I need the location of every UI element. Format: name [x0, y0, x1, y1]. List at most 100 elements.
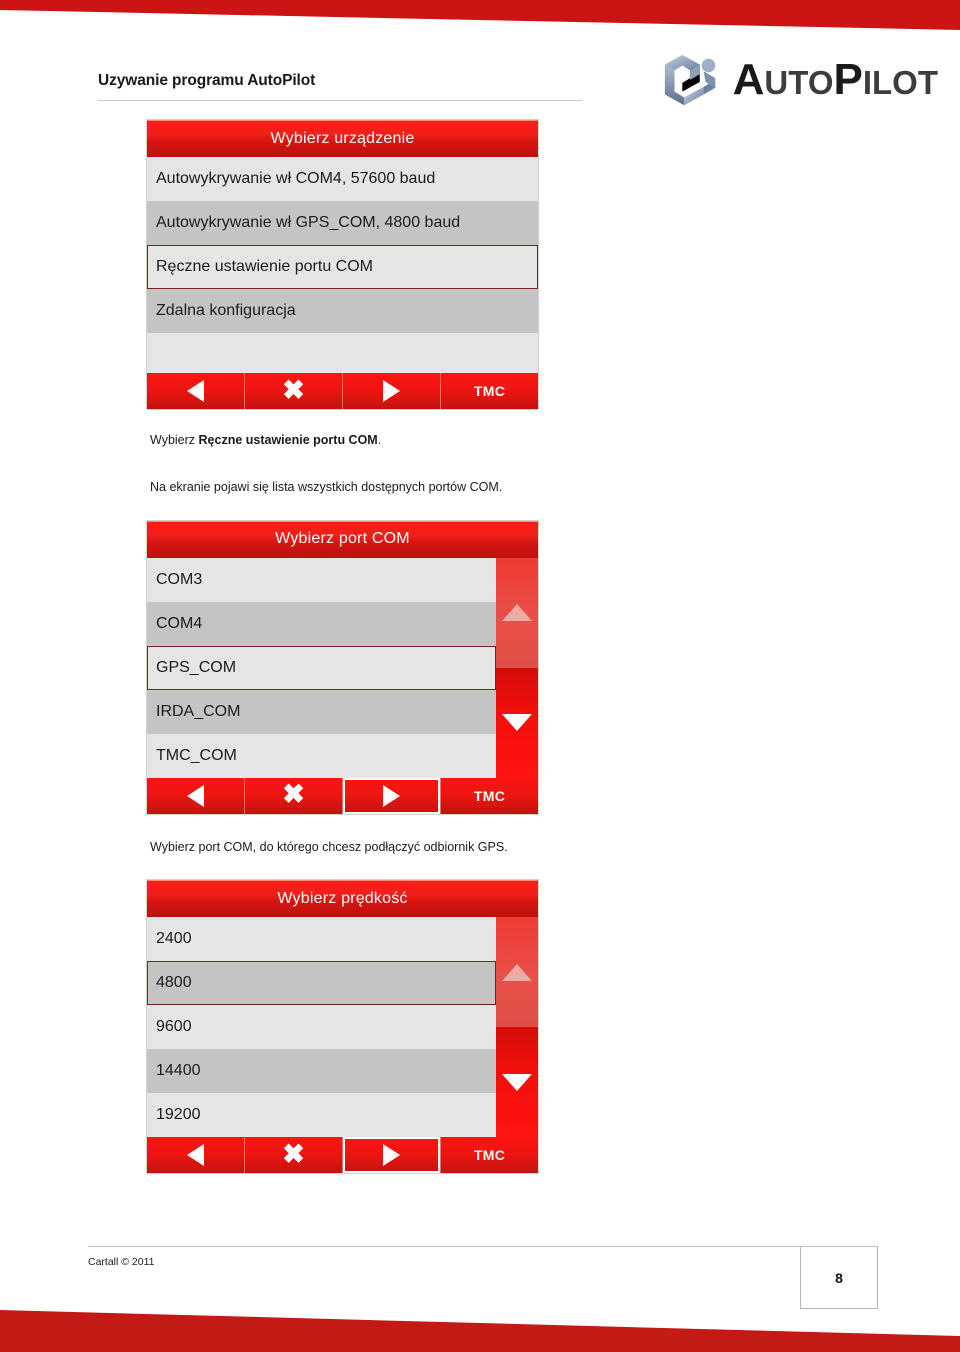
footer-divider — [88, 1246, 878, 1247]
list-item[interactable]: Zdalna konfiguracja — [147, 289, 538, 333]
list-item-label: COM4 — [156, 614, 203, 632]
close-button[interactable]: ✖ — [245, 777, 343, 814]
scrollbar[interactable] — [496, 917, 538, 1138]
list-item[interactable]: 19200 — [147, 1093, 496, 1138]
list-item[interactable]: COM4 — [147, 601, 496, 646]
list-item[interactable]: Autowykrywanie wł GPS_COM, 4800 baud — [147, 201, 538, 245]
list-item-label: 9600 — [156, 1018, 192, 1036]
dialog-body-select-com-port: COM3 COM4 GPS_COM IRDA_COM TMC_COM — [147, 557, 538, 778]
close-icon: ✖ — [282, 374, 305, 405]
device-list: Autowykrywanie wł COM4, 57600 baud Autow… — [147, 157, 538, 373]
paragraph-bold: Ręczne ustawienie portu COM — [198, 433, 378, 447]
page-number-box: 8 — [800, 1247, 878, 1309]
com-port-list: COM3 COM4 GPS_COM IRDA_COM TMC_COM — [147, 557, 496, 778]
dialog-body-select-device: Autowykrywanie wł COM4, 57600 baud Autow… — [147, 157, 538, 373]
back-arrow-icon — [187, 1144, 204, 1167]
tmc-button[interactable]: TMC — [441, 778, 538, 814]
list-item-label: 4800 — [156, 974, 192, 992]
forward-button[interactable] — [343, 777, 441, 814]
tmc-label: TMC — [473, 383, 506, 399]
paragraph-tail: . — [377, 433, 382, 447]
header-divider — [98, 100, 582, 101]
close-icon: ✖ — [282, 779, 305, 809]
forward-arrow-icon — [383, 1144, 400, 1167]
logo-letter-p: P — [833, 55, 863, 104]
list-item-label: Ręczne ustawienie portu COM — [156, 258, 373, 275]
list-item[interactable]: 14400 — [147, 1049, 496, 1094]
back-button[interactable] — [147, 1137, 245, 1174]
logo-letter-a: A — [732, 55, 765, 104]
list-item[interactable]: TMC_COM — [147, 733, 496, 778]
chevron-down-icon — [502, 1073, 532, 1091]
dialog-select-com-port: Wybierz port COM COM3 COM4 GPS_COM IRDA_… — [147, 520, 538, 814]
list-item[interactable]: Autowykrywanie wł COM4, 57600 baud — [147, 157, 538, 201]
list-item-selected[interactable]: 4800 — [147, 961, 496, 1006]
list-item[interactable]: IRDA_COM — [147, 689, 496, 734]
chevron-down-icon — [502, 714, 532, 731]
chevron-up-icon — [502, 604, 532, 621]
tmc-button[interactable]: TMC — [441, 373, 538, 409]
list-item-selected[interactable]: Ręczne ustawienie portu COM — [147, 245, 538, 289]
forward-arrow-icon — [383, 784, 400, 807]
list-item[interactable]: 9600 — [147, 1005, 496, 1050]
dialog-toolbar-select-com-port: ✖ TMC — [147, 777, 538, 814]
close-button[interactable]: ✖ — [245, 373, 343, 409]
forward-arrow-icon — [383, 380, 400, 402]
tmc-label: TMC — [473, 1147, 506, 1164]
forward-button[interactable] — [343, 1137, 441, 1174]
paragraph-select-manual: Wybierz Ręczne ustawienie portu COM. — [150, 431, 710, 450]
list-item-selected[interactable]: GPS_COM — [147, 645, 496, 690]
autopilot-wordmark: AUTOPILOT — [733, 58, 938, 102]
list-item[interactable]: COM3 — [147, 557, 496, 602]
dialog-select-device: Wybierz urządzenie Autowykrywanie wł COM… — [147, 120, 538, 409]
page-content: Wybierz urządzenie Autowykrywanie wł COM… — [0, 120, 960, 1174]
list-item-label: 2400 — [156, 930, 192, 948]
dialog-body-select-speed: 2400 4800 9600 14400 19200 — [147, 917, 538, 1138]
back-button[interactable] — [147, 373, 245, 409]
list-item-label: Autowykrywanie wł COM4, 57600 baud — [156, 170, 436, 187]
chevron-up-icon — [502, 963, 532, 981]
copyright-notice: Cartall © 2011 — [88, 1256, 155, 1268]
dialog-toolbar-select-device: ✖ TMC — [147, 373, 538, 409]
list-item-label: COM3 — [156, 570, 203, 588]
list-item-label: 14400 — [156, 1062, 201, 1080]
list-item-label: Autowykrywanie wł GPS_COM, 4800 baud — [156, 214, 461, 231]
scroll-down-button[interactable] — [496, 1027, 538, 1138]
autopilot-cube-icon — [664, 54, 715, 106]
paragraph-list-appears: Na ekranie pojawi się lista wszystkich d… — [150, 479, 503, 494]
tmc-button[interactable]: TMC — [441, 1137, 538, 1173]
list-item-label: TMC_COM — [156, 746, 237, 764]
forward-button[interactable] — [343, 373, 441, 409]
list-item-label: GPS_COM — [156, 658, 237, 676]
dialog-title-select-speed: Wybierz prędkość — [147, 880, 538, 918]
logo-letters-uto: UTO — [764, 64, 834, 101]
dialog-title-select-device: Wybierz urządzenie — [147, 120, 538, 157]
paragraph-lead: Wybierz — [150, 433, 199, 447]
speed-list: 2400 4800 9600 14400 19200 — [147, 917, 496, 1138]
scroll-up-button[interactable] — [496, 917, 538, 1028]
scroll-up-button[interactable] — [496, 557, 538, 668]
dialog-toolbar-select-speed: ✖ TMC — [147, 1137, 538, 1174]
list-item[interactable]: 2400 — [147, 917, 496, 962]
tmc-label: TMC — [473, 787, 506, 804]
list-item-label: 19200 — [156, 1106, 201, 1124]
scroll-down-button[interactable] — [496, 667, 538, 778]
back-arrow-icon — [187, 784, 204, 807]
page-footer: Cartall © 2011 8 — [0, 1246, 960, 1309]
page-title: Uzywanie programu AutoPilot — [98, 72, 316, 89]
dialog-title-select-com-port: Wybierz port COM — [147, 520, 538, 558]
scrollbar[interactable] — [496, 557, 538, 778]
paragraph-choose-port: Wybierz port COM, do którego chcesz podł… — [150, 839, 508, 854]
dialog-select-speed: Wybierz prędkość 2400 4800 9600 14400 19… — [147, 880, 538, 1174]
back-button[interactable] — [147, 777, 245, 814]
list-item-empty — [147, 333, 538, 373]
close-icon: ✖ — [282, 1138, 305, 1169]
close-button[interactable]: ✖ — [245, 1137, 343, 1174]
back-arrow-icon — [187, 380, 204, 402]
page-number: 8 — [835, 1269, 843, 1286]
